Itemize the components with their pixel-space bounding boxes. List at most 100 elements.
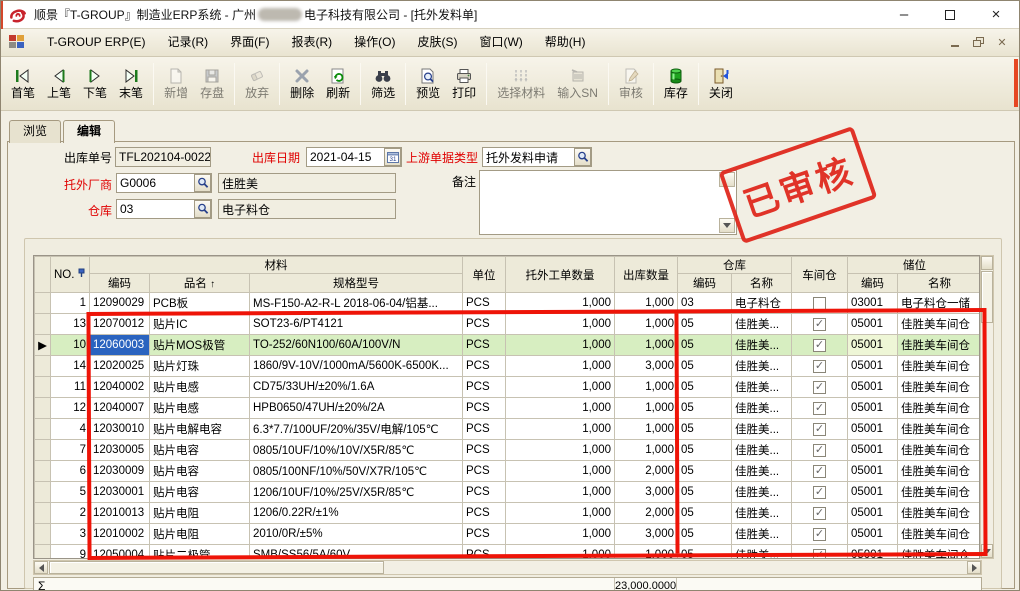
workshop-checkbox[interactable]: ✓ [813, 339, 826, 352]
tab-browse[interactable]: 浏览 [9, 120, 61, 143]
row-selector-cell[interactable] [35, 440, 51, 461]
cell-order-qty[interactable]: 1,000 [506, 356, 615, 377]
cell-location-name[interactable]: 佳胜美车间仓 [898, 335, 981, 356]
upstream-lookup-button[interactable] [574, 148, 591, 166]
cell-material-name[interactable]: 贴片MOS极管 [150, 335, 250, 356]
cell-location-name[interactable]: 佳胜美车间仓 [898, 356, 981, 377]
cell-warehouse-name[interactable]: 佳胜美... [732, 419, 792, 440]
cell-material-code[interactable]: 12010013 [90, 503, 150, 524]
cell-order-qty[interactable]: 1,000 [506, 335, 615, 356]
cell-out-qty[interactable]: 3,000 [615, 482, 678, 503]
cell-no[interactable]: 13 [51, 314, 90, 335]
cell-warehouse-name[interactable]: 电子料仓 [732, 293, 792, 314]
table-row[interactable]: 512030001贴片电容1206/10UF/10%/25V/X5R/85℃PC… [35, 482, 981, 503]
cell-unit[interactable]: PCS [463, 335, 506, 356]
workshop-checkbox[interactable]: ✓ [813, 360, 826, 373]
cell-workshop[interactable]: ✓ [792, 461, 848, 482]
cell-order-qty[interactable]: 1,000 [506, 440, 615, 461]
cell-warehouse-code[interactable]: 05 [678, 482, 732, 503]
cell-out-qty[interactable]: 2,000 [615, 461, 678, 482]
cell-spec[interactable]: SMB/SS56/5A/60V [250, 545, 463, 560]
cell-no[interactable]: 7 [51, 440, 90, 461]
cell-unit[interactable]: PCS [463, 503, 506, 524]
table-row[interactable]: 712030005贴片电容0805/10UF/10%/10V/X5R/85℃PC… [35, 440, 981, 461]
cell-warehouse-code[interactable]: 03 [678, 293, 732, 314]
cell-material-code[interactable]: 12030009 [90, 461, 150, 482]
table-row[interactable]: 1212040007贴片电感HPB0650/47UH/±20%/2APCS1,0… [35, 398, 981, 419]
toolbar-button-prev[interactable]: 上笔 [41, 60, 77, 108]
row-selector-cell[interactable] [35, 545, 51, 560]
row-selector-cell[interactable] [35, 524, 51, 545]
cell-unit[interactable]: PCS [463, 440, 506, 461]
cell-location-code[interactable]: 05001 [848, 335, 898, 356]
cell-warehouse-name[interactable]: 佳胜美... [732, 545, 792, 560]
cell-material-code[interactable]: 12040007 [90, 398, 150, 419]
cell-out-qty[interactable]: 1,000 [615, 377, 678, 398]
cell-spec[interactable]: HPB0650/47UH/±20%/2A [250, 398, 463, 419]
scroll-up-icon[interactable] [719, 172, 735, 187]
cell-material-code[interactable]: 12030010 [90, 419, 150, 440]
cell-workshop[interactable] [792, 293, 848, 314]
cell-material-code[interactable]: 12070012 [90, 314, 150, 335]
cell-location-name[interactable]: 佳胜美车间仓 [898, 440, 981, 461]
cell-order-qty[interactable]: 1,000 [506, 524, 615, 545]
workshop-checkbox[interactable]: ✓ [813, 381, 826, 394]
row-selector-cell[interactable] [35, 293, 51, 314]
row-selector-cell[interactable] [35, 356, 51, 377]
table-row[interactable]: ▶1012060003贴片MOS极管TO-252/60N100/60A/100V… [35, 335, 981, 356]
cell-location-code[interactable]: 05001 [848, 419, 898, 440]
cell-location-code[interactable]: 05001 [848, 440, 898, 461]
cell-warehouse-code[interactable]: 05 [678, 398, 732, 419]
cell-no[interactable]: 11 [51, 377, 90, 398]
cell-material-name[interactable]: 贴片电容 [150, 482, 250, 503]
cell-location-code[interactable]: 05001 [848, 503, 898, 524]
cell-unit[interactable]: PCS [463, 461, 506, 482]
workshop-checkbox[interactable]: ✓ [813, 465, 826, 478]
vendor-lookup-button[interactable] [194, 174, 211, 192]
mdi-restore-button[interactable] [972, 37, 986, 49]
cell-material-code[interactable]: 12090029 [90, 293, 150, 314]
remark-scrollbar[interactable] [719, 172, 735, 233]
maximize-button[interactable] [927, 1, 973, 29]
cell-order-qty[interactable]: 1,000 [506, 398, 615, 419]
cell-out-qty[interactable]: 3,000 [615, 356, 678, 377]
scroll-up-icon[interactable] [981, 256, 993, 270]
cell-unit[interactable]: PCS [463, 419, 506, 440]
row-selector-cell[interactable] [35, 419, 51, 440]
cell-location-name[interactable]: 佳胜美车间仓 [898, 377, 981, 398]
row-selector-cell[interactable] [35, 503, 51, 524]
warehouse-code-field[interactable]: 03 [116, 199, 212, 219]
row-selector-cell[interactable] [35, 461, 51, 482]
cell-order-qty[interactable]: 1,000 [506, 503, 615, 524]
workshop-checkbox[interactable]: ✓ [813, 402, 826, 415]
toolbar-button-first[interactable]: 首笔 [5, 60, 41, 108]
menu-item-3[interactable]: 报表(R) [280, 35, 343, 49]
table-row[interactable]: 1412020025贴片灯珠1860/9V-10V/1000mA/5600K-6… [35, 356, 981, 377]
table-row[interactable]: 612030009贴片电容0805/100NF/10%/50V/X7R/105℃… [35, 461, 981, 482]
cell-location-name[interactable]: 佳胜美车间仓 [898, 482, 981, 503]
cell-order-qty[interactable]: 1,000 [506, 482, 615, 503]
table-row[interactable]: 112090029PCB板MS-F150-A2-R-L 2018-06-04/铝… [35, 293, 981, 314]
cell-order-qty[interactable]: 1,000 [506, 419, 615, 440]
row-selector-cell[interactable] [35, 398, 51, 419]
cell-warehouse-code[interactable]: 05 [678, 503, 732, 524]
cell-material-name[interactable]: 贴片电容 [150, 440, 250, 461]
workshop-checkbox[interactable]: ✓ [813, 486, 826, 499]
toolbar-button-stock[interactable]: 库存 [658, 60, 694, 108]
cell-warehouse-name[interactable]: 佳胜美... [732, 335, 792, 356]
cell-material-code[interactable]: 12030005 [90, 440, 150, 461]
workshop-checkbox[interactable]: ✓ [813, 444, 826, 457]
grid-horizontal-scrollbar[interactable] [33, 560, 982, 575]
cell-spec[interactable]: TO-252/60N100/60A/100V/N [250, 335, 463, 356]
menu-item-1[interactable]: 记录(R) [156, 35, 219, 49]
cell-out-qty[interactable]: 1,000 [615, 419, 678, 440]
toolbar-button-preview[interactable]: 预览 [410, 60, 446, 108]
cell-warehouse-code[interactable]: 05 [678, 419, 732, 440]
cell-material-code[interactable]: 12010002 [90, 524, 150, 545]
cell-warehouse-code[interactable]: 05 [678, 461, 732, 482]
toolbar-button-next[interactable]: 下笔 [77, 60, 113, 108]
cell-spec[interactable]: 1206/10UF/10%/25V/X5R/85℃ [250, 482, 463, 503]
cell-location-code[interactable]: 05001 [848, 398, 898, 419]
table-row[interactable]: 1112040002贴片电感CD75/33UH/±20%/1.6APCS1,00… [35, 377, 981, 398]
toolbar-button-print[interactable]: 打印 [446, 60, 482, 108]
